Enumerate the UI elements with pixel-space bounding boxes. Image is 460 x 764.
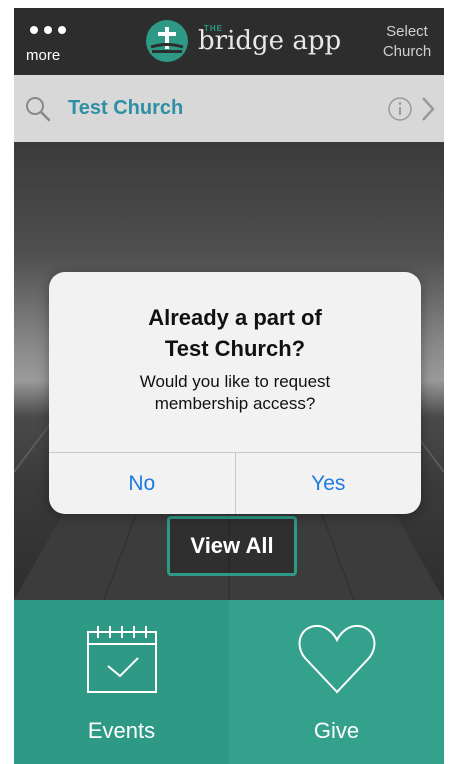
yes-button[interactable]: Yes [236,453,422,514]
dialog-message-line2: membership access? [154,394,316,413]
dialog-actions: No Yes [49,452,421,514]
dialog-message: Would you like to request membership acc… [69,371,401,415]
app-screen: more THE bridge app Select Church Test C… [14,8,444,764]
dialog-title-line2: Test Church? [164,336,306,361]
no-button[interactable]: No [49,453,236,514]
membership-alert-dialog: Already a part of Test Church? Would you… [49,272,421,514]
dialog-title: Already a part of Test Church? [69,302,401,364]
dialog-message-line1: Would you like to request [139,372,331,391]
dialog-title-line1: Already a part of [148,305,322,330]
